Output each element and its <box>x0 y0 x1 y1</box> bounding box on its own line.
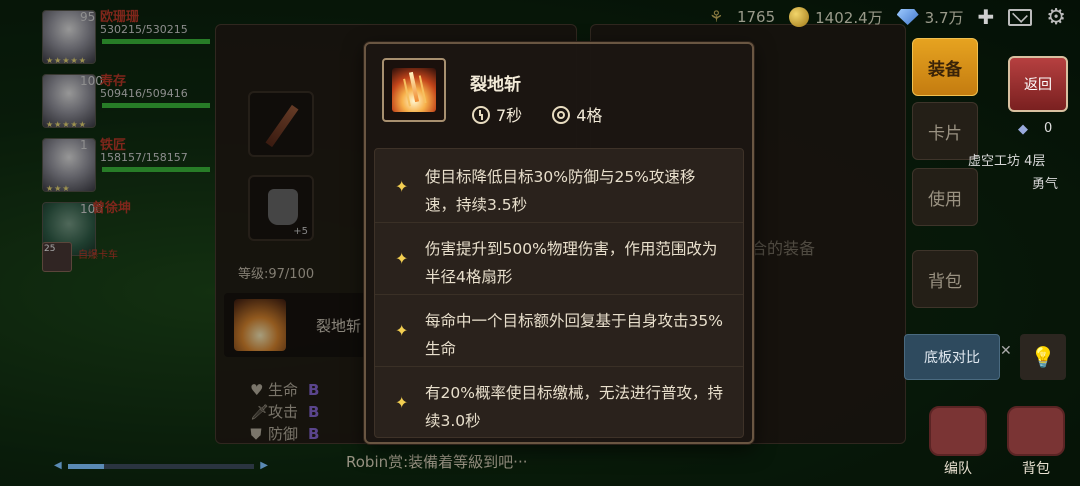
backpack-button[interactable]: 背包 <box>1004 406 1068 478</box>
gold-resource: 1402.4万 <box>789 7 883 28</box>
sparkle-icon: ✦ <box>395 393 409 412</box>
effect-item: ✦ 每命中一个目标额外回复基于自身攻击35%生命 <box>375 295 743 367</box>
wheat-resource: ⚘ 1765 <box>708 7 776 27</box>
formation-button[interactable]: 编队 <box>926 406 990 478</box>
back-button[interactable]: 返回 <box>1008 56 1068 112</box>
backpack-icon <box>1007 406 1065 456</box>
skill-meta: 7秒 4格 <box>472 102 602 126</box>
wheat-icon: ⚘ <box>708 7 724 26</box>
crystal-count: 0 <box>1044 121 1053 136</box>
ground-slash-icon <box>392 68 436 112</box>
tab-use[interactable]: 使用 <box>912 168 978 226</box>
range: 4格 <box>552 102 602 126</box>
tab-backpack[interactable]: 背包 <box>912 250 978 308</box>
dungeon-label: 虚空工坊 4层 <box>968 154 1046 169</box>
mail-icon[interactable] <box>1008 8 1033 26</box>
close-compare-icon[interactable]: ✕ <box>1000 343 1012 359</box>
effect-list: ✦ 使目标降低目标30%防御与25%攻速移速，持续3.5秒 ✦ 伤害提升到500… <box>374 148 744 438</box>
chat-message: Robin赏:装備着等級到吧··· <box>346 453 528 471</box>
party-scrollbar[interactable]: ◀ ▶ <box>54 460 268 471</box>
crystal-icon: ◆ <box>1018 122 1028 137</box>
cooldown: 7秒 <box>472 102 522 126</box>
tab-equipment[interactable]: 装备 <box>912 38 978 96</box>
skill-title: 裂地斩 <box>470 75 521 95</box>
clock-icon <box>472 106 490 124</box>
effect-item: ✦ 伤害提升到500%物理伤害，作用范围改为半径4格扇形 <box>375 223 743 295</box>
gem-icon <box>896 9 919 25</box>
resource-bar: ⚘ 1765 1402.4万 3.7万 ✚ ⚙ <box>709 4 1066 30</box>
sparkle-icon: ✦ <box>395 177 409 196</box>
settings-gear-icon[interactable]: ⚙ <box>1046 5 1066 30</box>
effect-item: ✦ 使目标降低目标30%防御与25%攻速移速，持续3.5秒 <box>375 151 743 223</box>
sparkle-icon: ✦ <box>395 249 409 268</box>
skill-tooltip: 裂地斩 7秒 4格 ✦ 使目标降低目标30%防御与25%攻速移速，持续3.5秒 … <box>364 42 754 444</box>
coin-icon <box>789 7 810 27</box>
target-icon <box>552 106 571 124</box>
sparkle-icon: ✦ <box>395 321 409 340</box>
gem-resource: 3.7万 <box>896 7 964 28</box>
courage-label: 勇气 <box>1032 177 1059 192</box>
compare-button[interactable]: 底板对比 <box>904 334 1000 380</box>
effect-item: ✦ 有20%概率使目标缴械，无法进行普攻，持续3.0秒 <box>395 384 723 430</box>
add-gem-button[interactable]: ✚ <box>978 5 995 29</box>
scroll-right-icon[interactable]: ▶ <box>260 460 268 471</box>
hint-bulb-icon[interactable]: 💡 <box>1020 334 1066 380</box>
formation-icon <box>929 406 987 456</box>
scroll-left-icon[interactable]: ◀ <box>54 460 62 471</box>
skill-icon-frame <box>382 58 446 122</box>
